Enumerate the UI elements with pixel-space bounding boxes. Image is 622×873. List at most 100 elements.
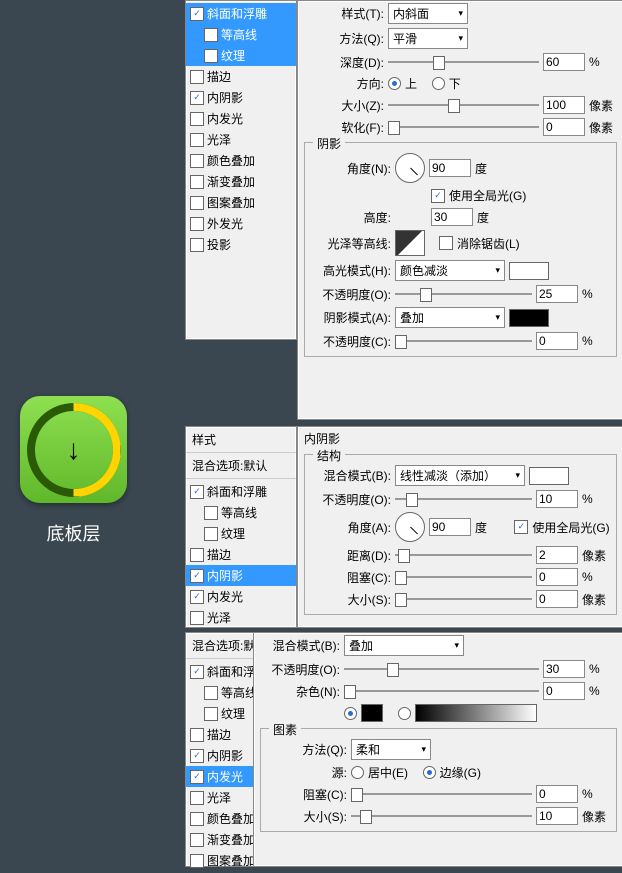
soften-slider[interactable] bbox=[388, 120, 539, 134]
ig-noise-input[interactable]: 0 bbox=[543, 682, 585, 700]
sh-mode-dropdown[interactable]: 叠加 bbox=[395, 307, 505, 328]
is-angle-input[interactable]: 90 bbox=[429, 518, 471, 536]
sh-opacity-slider[interactable] bbox=[395, 334, 532, 348]
effect-checkbox[interactable] bbox=[204, 506, 218, 520]
effect-checkbox[interactable] bbox=[190, 238, 204, 252]
effect-checkbox[interactable] bbox=[204, 28, 218, 42]
effect-checkbox[interactable] bbox=[190, 791, 204, 805]
is-distance-slider[interactable] bbox=[395, 548, 532, 562]
effect-item[interactable]: 颜色叠加 bbox=[186, 150, 296, 171]
altitude-input[interactable]: 30 bbox=[431, 208, 473, 226]
is-choke-slider[interactable] bbox=[395, 570, 532, 584]
ig-size-input[interactable]: 10 bbox=[536, 807, 578, 825]
effect-checkbox[interactable] bbox=[190, 70, 204, 84]
gloss-contour-picker[interactable] bbox=[395, 230, 425, 256]
effect-checkbox[interactable]: ✓ bbox=[190, 590, 204, 604]
effect-checkbox[interactable] bbox=[190, 196, 204, 210]
is-global-light-checkbox[interactable]: ✓ bbox=[514, 520, 528, 534]
is-distance-input[interactable]: 2 bbox=[536, 546, 578, 564]
effect-checkbox[interactable] bbox=[190, 175, 204, 189]
is-opacity-input[interactable]: 10 bbox=[536, 490, 578, 508]
effect-checkbox[interactable] bbox=[204, 707, 218, 721]
depth-slider[interactable] bbox=[388, 55, 539, 69]
effect-checkbox[interactable]: ✓ bbox=[190, 7, 204, 21]
effect-item[interactable]: 描边 bbox=[186, 544, 296, 565]
ig-choke-input[interactable]: 0 bbox=[536, 785, 578, 803]
effect-checkbox[interactable] bbox=[190, 133, 204, 147]
is-angle-dial[interactable] bbox=[395, 512, 425, 542]
size-input[interactable]: 100 bbox=[543, 96, 585, 114]
ig-noise-slider[interactable] bbox=[344, 684, 539, 698]
effect-checkbox[interactable] bbox=[190, 812, 204, 826]
effect-item[interactable]: 纹理 bbox=[186, 523, 296, 544]
size-slider[interactable] bbox=[388, 98, 539, 112]
effect-checkbox[interactable] bbox=[190, 728, 204, 742]
effect-item[interactable]: 外发光 bbox=[186, 213, 296, 234]
global-light-checkbox[interactable]: ✓ bbox=[431, 189, 445, 203]
hl-opacity-input[interactable]: 25 bbox=[536, 285, 578, 303]
ig-method-dropdown[interactable]: 柔和 bbox=[351, 739, 431, 760]
effect-item[interactable]: 等高线 bbox=[186, 24, 296, 45]
styles-header[interactable]: 样式 bbox=[186, 427, 296, 453]
effect-checkbox[interactable] bbox=[190, 854, 204, 868]
ig-gradient-radio[interactable] bbox=[398, 707, 411, 720]
soften-input[interactable]: 0 bbox=[543, 118, 585, 136]
effect-checkbox[interactable] bbox=[190, 154, 204, 168]
sh-color-swatch[interactable] bbox=[509, 309, 549, 327]
hl-opacity-slider[interactable] bbox=[395, 287, 532, 301]
hl-mode-dropdown[interactable]: 颜色减淡 bbox=[395, 260, 505, 281]
effect-checkbox[interactable] bbox=[204, 686, 218, 700]
ig-gradient-swatch[interactable] bbox=[415, 704, 537, 722]
effect-item[interactable]: 等高线 bbox=[186, 502, 296, 523]
effect-checkbox[interactable] bbox=[190, 548, 204, 562]
dir-up-radio[interactable] bbox=[388, 77, 401, 90]
ig-edge-radio[interactable] bbox=[423, 766, 436, 779]
angle-input[interactable]: 90 bbox=[429, 159, 471, 177]
style-dropdown[interactable]: 内斜面 bbox=[388, 3, 468, 24]
effect-checkbox[interactable]: ✓ bbox=[190, 749, 204, 763]
effect-checkbox[interactable] bbox=[190, 833, 204, 847]
sh-opacity-input[interactable]: 0 bbox=[536, 332, 578, 350]
is-blend-dropdown[interactable]: 线性减淡（添加） bbox=[395, 465, 525, 486]
effect-checkbox[interactable] bbox=[204, 49, 218, 63]
ig-solid-radio[interactable] bbox=[344, 707, 357, 720]
effect-item[interactable]: 光泽 bbox=[186, 129, 296, 150]
ig-blend-dropdown[interactable]: 叠加 bbox=[344, 635, 464, 656]
effect-item[interactable]: 投影 bbox=[186, 234, 296, 255]
ig-opacity-slider[interactable] bbox=[344, 662, 539, 676]
blend-header[interactable]: 混合选项:默认 bbox=[186, 453, 296, 479]
effect-item[interactable]: 光泽 bbox=[186, 607, 296, 628]
effect-item[interactable]: 纹理 bbox=[186, 45, 296, 66]
ig-center-radio[interactable] bbox=[351, 766, 364, 779]
angle-dial[interactable] bbox=[395, 153, 425, 183]
dir-down-radio[interactable] bbox=[432, 77, 445, 90]
effect-checkbox[interactable]: ✓ bbox=[190, 91, 204, 105]
effect-item[interactable]: ✓斜面和浮雕 bbox=[186, 481, 296, 502]
depth-input[interactable]: 60 bbox=[543, 53, 585, 71]
effect-item[interactable]: ✓斜面和浮雕 bbox=[186, 3, 296, 24]
ig-opacity-input[interactable]: 30 bbox=[543, 660, 585, 678]
ig-size-slider[interactable] bbox=[351, 809, 532, 823]
effect-checkbox[interactable]: ✓ bbox=[190, 569, 204, 583]
effect-item[interactable]: ✓内阴影 bbox=[186, 87, 296, 108]
is-color-swatch[interactable] bbox=[529, 467, 569, 485]
effect-checkbox[interactable]: ✓ bbox=[190, 665, 204, 679]
effect-item[interactable]: 描边 bbox=[186, 66, 296, 87]
is-opacity-slider[interactable] bbox=[395, 492, 532, 506]
is-size-slider[interactable] bbox=[395, 592, 532, 606]
effect-item[interactable]: 渐变叠加 bbox=[186, 171, 296, 192]
hl-color-swatch[interactable] bbox=[509, 262, 549, 280]
ig-color-swatch[interactable] bbox=[361, 704, 383, 722]
ig-choke-slider[interactable] bbox=[351, 787, 532, 801]
effect-checkbox[interactable] bbox=[204, 527, 218, 541]
effect-checkbox[interactable] bbox=[190, 217, 204, 231]
is-size-input[interactable]: 0 bbox=[536, 590, 578, 608]
effect-item[interactable]: 内发光 bbox=[186, 108, 296, 129]
effect-item[interactable]: ✓内阴影 bbox=[186, 565, 296, 586]
effect-checkbox[interactable]: ✓ bbox=[190, 485, 204, 499]
effect-checkbox[interactable]: ✓ bbox=[190, 770, 204, 784]
is-choke-input[interactable]: 0 bbox=[536, 568, 578, 586]
effect-checkbox[interactable] bbox=[190, 611, 204, 625]
method-dropdown[interactable]: 平滑 bbox=[388, 28, 468, 49]
effect-item[interactable]: 图案叠加 bbox=[186, 192, 296, 213]
